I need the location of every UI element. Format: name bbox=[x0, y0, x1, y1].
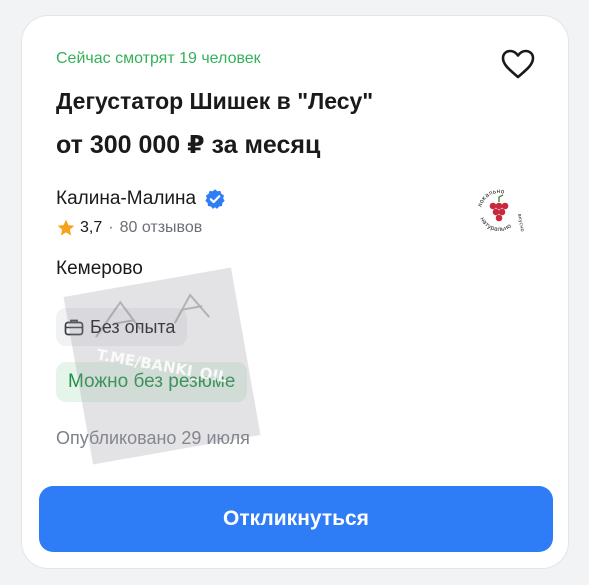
rating-separator: · bbox=[108, 219, 114, 236]
reviews-count[interactable]: 80 отзывов bbox=[120, 219, 203, 237]
apply-button[interactable]: Откликнуться bbox=[39, 486, 553, 552]
company-name[interactable]: Калина-Малина bbox=[56, 188, 196, 210]
experience-chip: Без опыта bbox=[56, 308, 188, 346]
no-resume-chip: Можно без резюме bbox=[56, 362, 248, 402]
company-logo[interactable]: локально натурально вкусно bbox=[472, 184, 526, 238]
rating-value: 3,7 bbox=[80, 219, 103, 236]
company-row[interactable]: Калина-Малина bbox=[56, 188, 226, 210]
no-resume-label: Можно без резюме bbox=[68, 371, 236, 392]
verified-check-icon bbox=[205, 189, 225, 209]
published-date: Опубликовано 29 июля bbox=[56, 428, 250, 448]
briefcase-icon bbox=[64, 319, 84, 336]
vacancy-title[interactable]: Дегустатор Шишек в "Лесу" bbox=[56, 88, 373, 115]
experience-label: Без опыта bbox=[90, 316, 176, 337]
vacancy-card[interactable]: Сейчас смотрят 19 человек Дегустатор Шиш… bbox=[22, 16, 568, 568]
vacancy-city: Кемерово bbox=[56, 258, 143, 279]
star-icon bbox=[57, 219, 75, 236]
company-rating[interactable]: 3,7 · 80 отзывов bbox=[56, 218, 202, 238]
watchers-count: Сейчас смотрят 19 человек bbox=[56, 50, 261, 67]
vacancy-salary: от 300 000 ₽ за месяц bbox=[56, 131, 321, 159]
heart-outline-icon[interactable] bbox=[500, 48, 536, 80]
